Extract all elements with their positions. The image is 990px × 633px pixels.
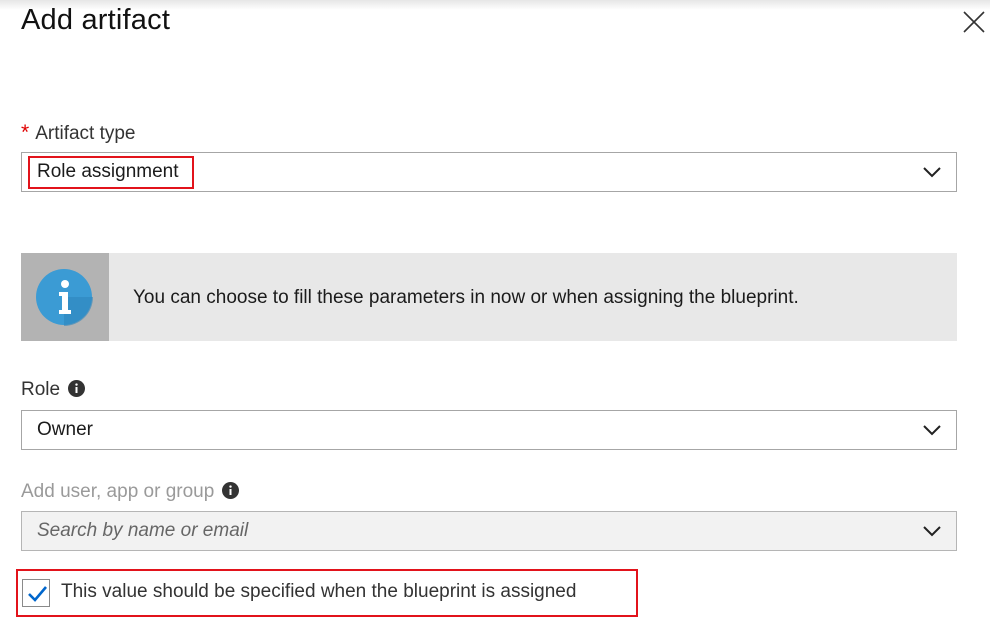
- principal-search-dropdown[interactable]: Search by name or email: [21, 511, 957, 551]
- artifact-type-label: * Artifact type: [21, 121, 136, 145]
- principal-search-placeholder: Search by name or email: [37, 520, 249, 541]
- required-marker: *: [21, 121, 30, 144]
- principal-label-text: Add user, app or group: [21, 481, 215, 502]
- panel-title: Add artifact: [21, 4, 171, 36]
- role-label-text: Role: [21, 379, 61, 400]
- role-value: Owner: [37, 419, 93, 440]
- checkmark-icon: [28, 586, 47, 602]
- tooltip-info-icon[interactable]: [68, 380, 86, 397]
- info-banner: You can choose to fill these parameters …: [21, 253, 957, 341]
- role-label: Role: [21, 379, 86, 401]
- artifact-type-label-text: Artifact type: [35, 123, 136, 144]
- info-icon: [36, 269, 93, 326]
- info-banner-text: You can choose to fill these parameters …: [133, 287, 799, 308]
- chevron-down-icon: [923, 167, 941, 178]
- info-icon-box: [21, 253, 109, 341]
- chevron-down-icon: [923, 526, 941, 537]
- assign-option-label[interactable]: This value should be specified when the …: [61, 581, 576, 603]
- assign-option-checkbox[interactable]: [22, 579, 50, 607]
- close-button[interactable]: [960, 8, 988, 36]
- close-icon: [963, 11, 985, 33]
- highlight-artifact-type: [28, 156, 194, 189]
- principal-label: Add user, app or group: [21, 481, 240, 503]
- role-dropdown[interactable]: Owner: [21, 410, 957, 450]
- chevron-down-icon: [923, 425, 941, 436]
- tooltip-info-icon[interactable]: [222, 482, 240, 499]
